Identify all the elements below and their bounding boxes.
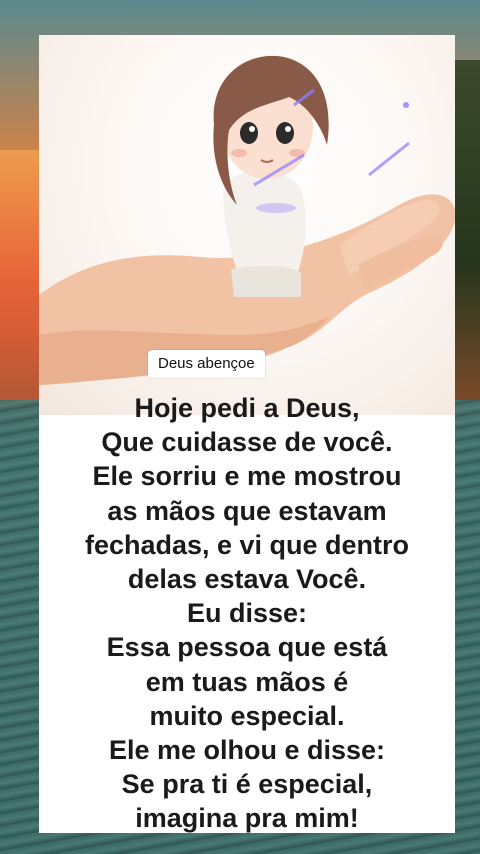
poem-text: Hoje pedi a Deus, Que cuidasse de você. … [39, 391, 455, 833]
poem-line: delas estava Você. [127, 564, 367, 595]
poem-line: Hoje pedi a Deus, [134, 393, 360, 423]
poem-line: fechadas, e vi que dentro [84, 529, 410, 560]
poem-line: muito especial. [149, 700, 345, 731]
poem-line: Ele me olhou e disse: [108, 735, 386, 766]
poem-line: Eu disse: [186, 598, 308, 629]
poem-line: em tuas mãos é [145, 666, 349, 697]
deus-abencoe-badge: Deus abençoe [148, 350, 265, 378]
poem-line: Essa pessoa que está [106, 632, 388, 663]
poem-line: Que cuidasse de você. [101, 427, 393, 458]
poem-line: Se pra ti é especial, [121, 769, 373, 800]
poem-line: imagina pra mim! [135, 803, 359, 833]
poem-line: Ele sorriu e me mostrou [92, 461, 402, 492]
poem-line: as mãos que estavam [107, 495, 387, 526]
message-card: Deus abençoe Hoje pedi a Deus, Que cuida… [39, 35, 455, 833]
